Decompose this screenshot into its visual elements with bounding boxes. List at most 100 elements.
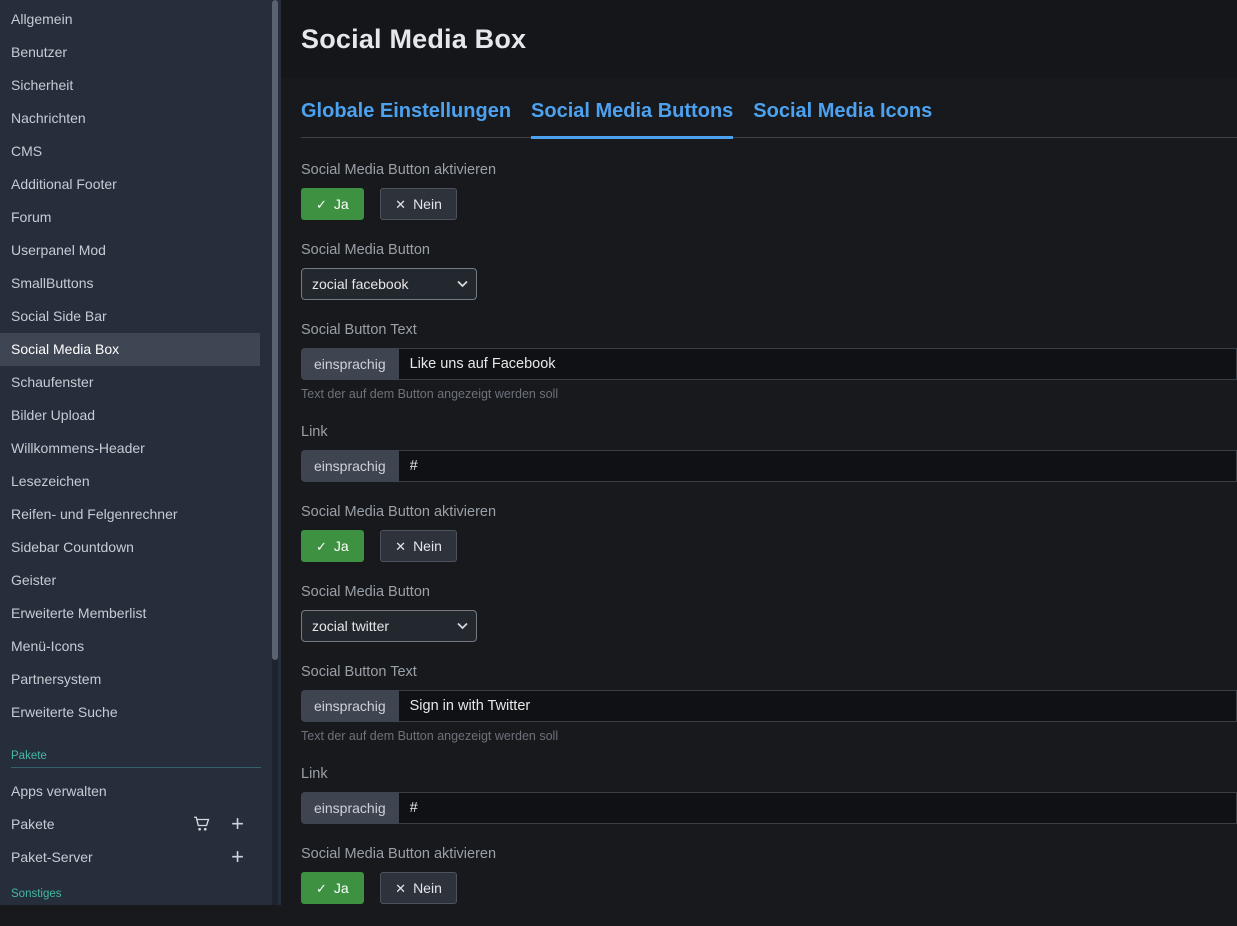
- social-media-button-select[interactable]: zocial facebook: [301, 268, 477, 300]
- sidebar-item-paket-server[interactable]: Paket-Server +: [0, 840, 260, 873]
- page-header: Social Media Box: [281, 0, 1237, 78]
- sidebar-item-label: Paket-Server: [11, 849, 93, 865]
- input-group: einsprachig: [301, 792, 1237, 824]
- settings-form: Social Media Button aktivieren ✓Ja ✕Nein…: [301, 138, 1237, 904]
- settings-panel: Globale Einstellungen Social Media Butto…: [301, 78, 1237, 926]
- sidebar-item-bilder-upload[interactable]: Bilder Upload: [0, 399, 260, 432]
- yes-no-toggle: ✓Ja ✕Nein: [301, 530, 1237, 562]
- field-label: Social Media Button aktivieren: [301, 846, 1237, 863]
- yes-no-toggle: ✓Ja ✕Nein: [301, 188, 1237, 220]
- cross-icon: ✕: [395, 198, 406, 211]
- sidebar-section-pakete: Pakete Apps verwalten Pakete + Paket-Ser…: [0, 749, 281, 873]
- input-group: einsprachig: [301, 450, 1237, 482]
- sidebar-item-cms[interactable]: CMS: [0, 135, 260, 168]
- link-input[interactable]: [399, 450, 1237, 482]
- sidebar-item-label: Apps verwalten: [11, 783, 107, 799]
- sidebar-item-sicherheit[interactable]: Sicherheit: [0, 69, 260, 102]
- tab-social-media-buttons[interactable]: Social Media Buttons: [531, 100, 733, 139]
- link-input[interactable]: [399, 792, 1237, 824]
- sidebar-item-allgemein[interactable]: Allgemein: [0, 3, 260, 36]
- form-group-button-select: Social Media Button zocial facebook: [301, 242, 1237, 300]
- sidebar-item-apps-verwalten[interactable]: Apps verwalten: [0, 774, 260, 807]
- tab-bar: Globale Einstellungen Social Media Butto…: [301, 100, 1237, 138]
- check-icon: ✓: [316, 198, 327, 211]
- sidebar-item-userpanel-mod[interactable]: Userpanel Mod: [0, 234, 260, 267]
- check-icon: ✓: [316, 882, 327, 895]
- sidebar: Allgemein Benutzer Sicherheit Nachrichte…: [0, 0, 281, 905]
- form-group-link: Link einsprachig: [301, 424, 1237, 482]
- field-label: Link: [301, 424, 1237, 441]
- sidebar-item-nachrichten[interactable]: Nachrichten: [0, 102, 260, 135]
- form-group-button-text: Social Button Text einsprachig Text der …: [301, 664, 1237, 744]
- field-label: Social Media Button: [301, 242, 1237, 259]
- sidebar-item-smallbuttons[interactable]: SmallButtons: [0, 267, 260, 300]
- yes-no-toggle: ✓Ja ✕Nein: [301, 872, 1237, 904]
- section-title-sonstiges: Sonstiges: [0, 887, 281, 901]
- language-badge: einsprachig: [301, 450, 399, 482]
- yes-button[interactable]: ✓Ja: [301, 872, 364, 904]
- input-group: einsprachig: [301, 348, 1237, 380]
- plus-icon[interactable]: +: [231, 814, 244, 834]
- social-media-button-select[interactable]: zocial twitter: [301, 610, 477, 642]
- language-badge: einsprachig: [301, 690, 399, 722]
- sidebar-scrollbar-thumb[interactable]: [272, 0, 278, 660]
- social-button-text-input[interactable]: [399, 690, 1237, 722]
- no-button[interactable]: ✕Nein: [380, 530, 457, 562]
- form-group-activate: Social Media Button aktivieren ✓Ja ✕Nein: [301, 846, 1237, 904]
- field-label: Social Media Button aktivieren: [301, 162, 1237, 179]
- sidebar-item-menue-icons[interactable]: Menü-Icons: [0, 630, 260, 663]
- app-root: Allgemein Benutzer Sicherheit Nachrichte…: [0, 0, 1237, 905]
- cross-icon: ✕: [395, 540, 406, 553]
- section-divider: [11, 767, 261, 768]
- field-label: Social Button Text: [301, 322, 1237, 339]
- social-button-text-input[interactable]: [399, 348, 1237, 380]
- yes-button[interactable]: ✓Ja: [301, 530, 364, 562]
- sidebar-item-geister[interactable]: Geister: [0, 564, 260, 597]
- form-group-activate: Social Media Button aktivieren ✓Ja ✕Nein: [301, 162, 1237, 220]
- sidebar-item-benutzer[interactable]: Benutzer: [0, 36, 260, 69]
- sidebar-item-lesezeichen[interactable]: Lesezeichen: [0, 465, 260, 498]
- section-title-pakete: Pakete: [0, 749, 281, 763]
- field-label: Social Media Button aktivieren: [301, 504, 1237, 521]
- help-text: Text der auf dem Button angezeigt werden…: [301, 729, 1237, 744]
- form-group-button-text: Social Button Text einsprachig Text der …: [301, 322, 1237, 402]
- plus-icon[interactable]: +: [231, 847, 244, 867]
- form-group-button-select: Social Media Button zocial twitter: [301, 584, 1237, 642]
- field-label: Social Button Text: [301, 664, 1237, 681]
- sidebar-item-social-side-bar[interactable]: Social Side Bar: [0, 300, 260, 333]
- sidebar-item-erweiterte-suche[interactable]: Erweiterte Suche: [0, 696, 260, 729]
- sidebar-section-sonstiges: Sonstiges: [0, 887, 281, 901]
- sidebar-item-social-media-box[interactable]: Social Media Box: [0, 333, 260, 366]
- cart-icon[interactable]: [192, 815, 211, 833]
- sidebar-item-forum[interactable]: Forum: [0, 201, 260, 234]
- check-icon: ✓: [316, 540, 327, 553]
- select-wrapper: zocial twitter: [301, 610, 477, 642]
- select-wrapper: zocial facebook: [301, 268, 477, 300]
- sidebar-item-schaufenster[interactable]: Schaufenster: [0, 366, 260, 399]
- sidebar-item-additional-footer[interactable]: Additional Footer: [0, 168, 260, 201]
- sidebar-item-willkommens-header[interactable]: Willkommens-Header: [0, 432, 260, 465]
- sidebar-item-pakete[interactable]: Pakete +: [0, 807, 260, 840]
- sidebar-item-partnersystem[interactable]: Partnersystem: [0, 663, 260, 696]
- field-label: Link: [301, 766, 1237, 783]
- tab-social-media-icons[interactable]: Social Media Icons: [753, 100, 932, 139]
- language-badge: einsprachig: [301, 792, 399, 824]
- page-title: Social Media Box: [301, 24, 526, 55]
- sidebar-item-erweiterte-memberlist[interactable]: Erweiterte Memberlist: [0, 597, 260, 630]
- language-badge: einsprachig: [301, 348, 399, 380]
- sidebar-item-reifen-und-felgenrechner[interactable]: Reifen- und Felgenrechner: [0, 498, 260, 531]
- tab-globale-einstellungen[interactable]: Globale Einstellungen: [301, 100, 511, 139]
- no-button[interactable]: ✕Nein: [380, 188, 457, 220]
- field-label: Social Media Button: [301, 584, 1237, 601]
- no-button[interactable]: ✕Nein: [380, 872, 457, 904]
- form-group-link: Link einsprachig: [301, 766, 1237, 824]
- yes-button[interactable]: ✓Ja: [301, 188, 364, 220]
- cross-icon: ✕: [395, 882, 406, 895]
- main-content: Social Media Box Globale Einstellungen S…: [281, 0, 1237, 905]
- sidebar-item-sidebar-countdown[interactable]: Sidebar Countdown: [0, 531, 260, 564]
- sidebar-nav: Allgemein Benutzer Sicherheit Nachrichte…: [0, 3, 281, 901]
- help-text: Text der auf dem Button angezeigt werden…: [301, 387, 1237, 402]
- input-group: einsprachig: [301, 690, 1237, 722]
- form-group-activate: Social Media Button aktivieren ✓Ja ✕Nein: [301, 504, 1237, 562]
- sidebar-item-label: Pakete: [11, 816, 55, 832]
